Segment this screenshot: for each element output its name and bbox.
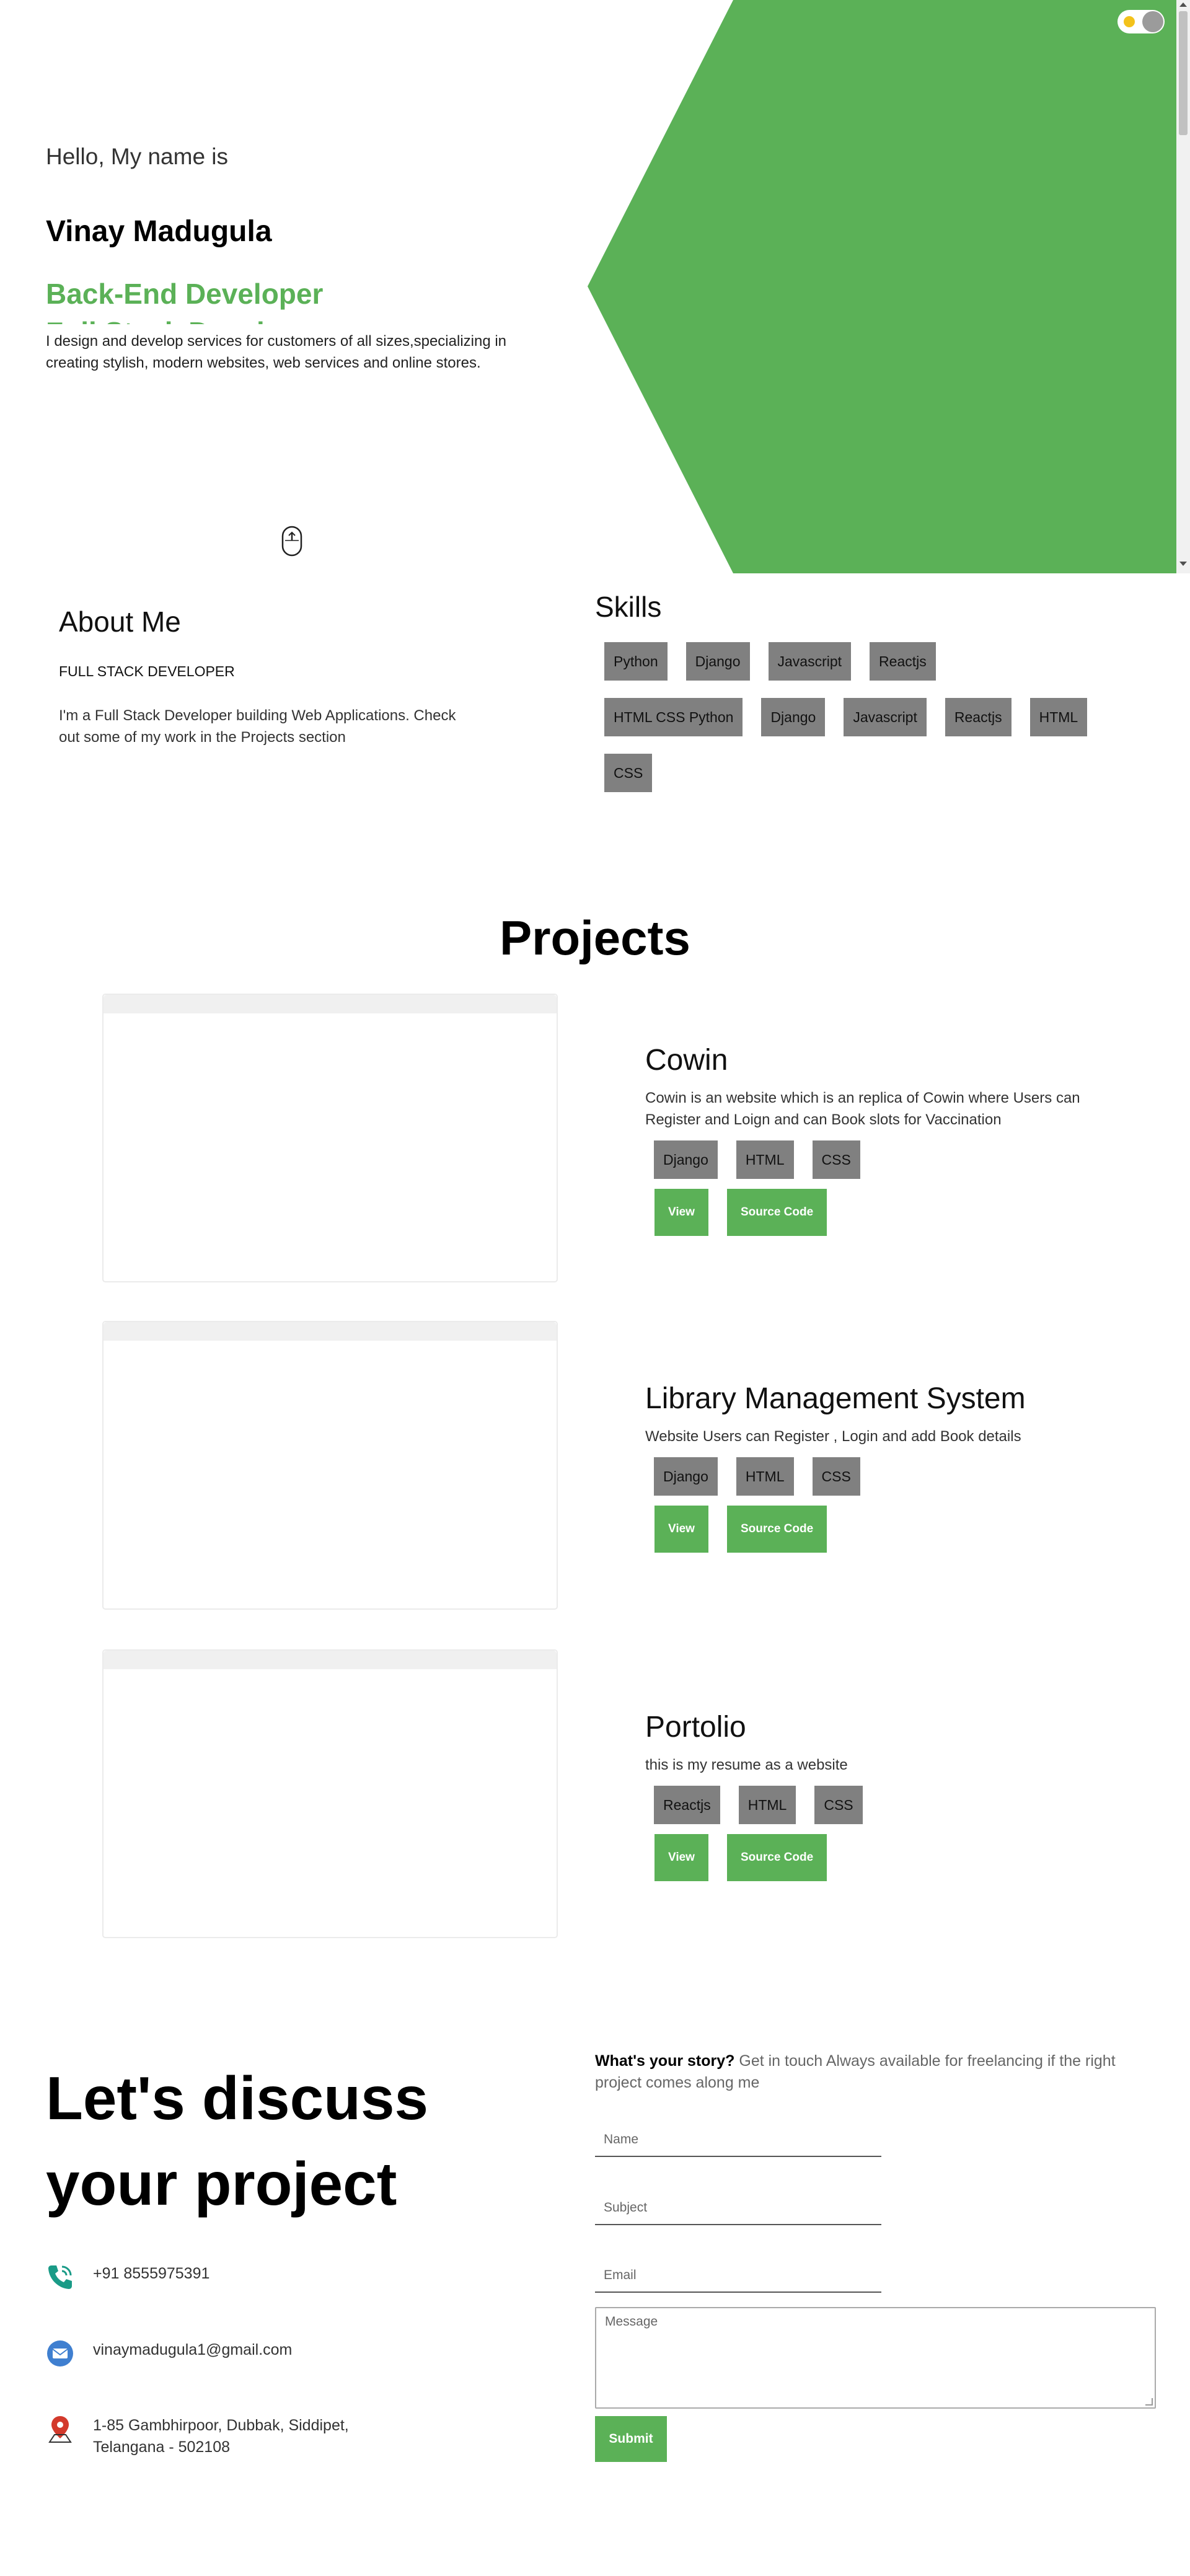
skills-section: Skills Python Django Javascript Reactjs … (595, 590, 1153, 801)
message-textarea[interactable]: Message (595, 2307, 1156, 2409)
scroll-up-arrow[interactable] (1179, 2, 1187, 7)
email-address[interactable]: vinaymadugula1@gmail.com (93, 2339, 292, 2361)
phone-icon (48, 2265, 72, 2289)
project-tag: HTML (736, 1457, 794, 1496)
theme-toggle[interactable] (1117, 10, 1165, 33)
about-subtitle: FULL STACK DEVELOPER (59, 663, 235, 679)
contact-phone: +91 8555975391 (46, 2263, 209, 2291)
email-placeholder: Email (604, 2268, 637, 2282)
skill-tag: Reactjs (870, 642, 936, 681)
skill-tag: HTML CSS Python (604, 698, 743, 736)
about-section: About Me FULL STACK DEVELOPER I'm a Full… (59, 605, 530, 748)
skill-list: Python Django Javascript Reactjs HTML CS… (595, 633, 1153, 801)
location-pin-icon (48, 2416, 72, 2443)
email-field[interactable]: Email (595, 2257, 881, 2293)
hero-description: I design and develop services for custom… (46, 333, 507, 371)
email-icon (47, 2340, 73, 2366)
hero-section: Hello, My name is Vinay Madugula Back-En… (0, 0, 1176, 573)
phone-number[interactable]: +91 8555975391 (93, 2263, 209, 2285)
story-bold: What's your story? (595, 2052, 735, 2070)
source-code-button[interactable]: Source Code (726, 1189, 827, 1236)
contact-heading-line: your project (46, 2150, 397, 2218)
view-button[interactable]: View (654, 1834, 708, 1881)
submit-button[interactable]: Submit (595, 2416, 667, 2462)
project-tags: Django HTML CSS (645, 1136, 1141, 1184)
skill-tag: Javascript (768, 642, 852, 681)
project-tag: Django (654, 1457, 718, 1496)
card-top-bar (104, 995, 557, 1013)
toggle-knob (1142, 11, 1163, 32)
skills-title: Skills (595, 591, 662, 623)
project-buttons: View Source Code (645, 1506, 1141, 1553)
subject-field[interactable]: Subject (595, 2189, 881, 2225)
skill-tag: CSS (604, 754, 653, 792)
skill-tag: Javascript (844, 698, 927, 736)
contact-email: vinaymadugula1@gmail.com (46, 2339, 292, 2368)
subject-placeholder: Subject (604, 2200, 648, 2215)
project-tags: Django HTML CSS (645, 1452, 1141, 1501)
about-title: About Me (59, 606, 181, 638)
project-tag: CSS (812, 1140, 860, 1179)
hero-greeting: Hello, My name is (46, 144, 229, 169)
project-tag: Reactjs (654, 1786, 720, 1824)
name-placeholder: Name (604, 2132, 639, 2146)
project-title: Library Management System (645, 1382, 1026, 1415)
message-placeholder: Message (605, 2314, 658, 2329)
source-code-button[interactable]: Source Code (726, 1506, 827, 1553)
project-tag: HTML (736, 1140, 794, 1179)
resize-handle-icon[interactable] (1145, 2398, 1153, 2406)
project-preview-card[interactable] (102, 1321, 558, 1610)
project-info: Cowin Cowin is an website which is an re… (645, 1043, 1141, 1236)
scrollbar-thumb[interactable] (1179, 11, 1188, 135)
address-line: 1-85 Gambhirpoor, Dubbak, Siddipet, (93, 2417, 349, 2434)
project-tag: CSS (814, 1786, 863, 1824)
project-preview-card[interactable] (102, 994, 558, 1282)
skill-tag: Django (761, 698, 826, 736)
scroll-down-arrow[interactable] (1179, 562, 1187, 566)
mouse-scroll-icon[interactable] (281, 526, 302, 557)
address-text: 1-85 Gambhirpoor, Dubbak, Siddipet, Tela… (93, 2415, 349, 2458)
sun-icon (1124, 16, 1135, 27)
project-description: Website Users can Register , Login and a… (645, 1428, 1021, 1445)
skill-tag: Python (604, 642, 668, 681)
page-scrollbar[interactable] (1176, 0, 1190, 573)
hero-role: Back-End Developer (46, 278, 324, 310)
project-title: Portolio (645, 1711, 746, 1744)
project-description: Cowin is an website which is an replica … (645, 1090, 1080, 1128)
project-tag: CSS (812, 1457, 860, 1496)
skill-tag: Reactjs (945, 698, 1011, 736)
hero-intro: Hello, My name is Vinay Madugula Back-En… (46, 144, 517, 374)
project-info: Library Management System Website Users … (645, 1382, 1141, 1553)
project-tag: HTML (738, 1786, 796, 1824)
project-preview-card[interactable] (102, 1649, 558, 1938)
project-buttons: View Source Code (645, 1834, 1141, 1881)
about-text: I'm a Full Stack Developer building Web … (59, 707, 456, 746)
contact-story: What's your story? Get in touch Always a… (595, 2050, 1165, 2094)
contact-heading: Let's discuss your project (46, 2055, 428, 2226)
card-top-bar (104, 1651, 557, 1669)
name-field[interactable]: Name (595, 2121, 881, 2157)
source-code-button[interactable]: Source Code (726, 1834, 827, 1881)
hero-roles: Back-End Developer Full Stack Develo (46, 275, 517, 324)
project-description: this is my resume as a website (645, 1757, 848, 1773)
card-top-bar (104, 1322, 557, 1341)
skill-tag: HTML (1029, 698, 1088, 736)
contact-address: 1-85 Gambhirpoor, Dubbak, Siddipet, Tela… (46, 2415, 349, 2458)
project-title: Cowin (645, 1044, 728, 1077)
hero-name: Vinay Madugula (46, 215, 272, 248)
project-tags: Reactjs HTML CSS (645, 1781, 1141, 1829)
view-button[interactable]: View (654, 1506, 708, 1553)
contact-heading-line: Let's discuss (46, 2064, 428, 2132)
project-tag: Django (654, 1140, 718, 1179)
projects-title: Projects (500, 911, 690, 965)
address-line: Telangana - 502108 (93, 2438, 231, 2456)
hero-role: Full Stack Develo (46, 313, 517, 324)
project-info: Portolio this is my resume as a website … (645, 1710, 1141, 1881)
project-buttons: View Source Code (645, 1189, 1141, 1236)
view-button[interactable]: View (654, 1189, 708, 1236)
skill-tag: Django (685, 642, 750, 681)
